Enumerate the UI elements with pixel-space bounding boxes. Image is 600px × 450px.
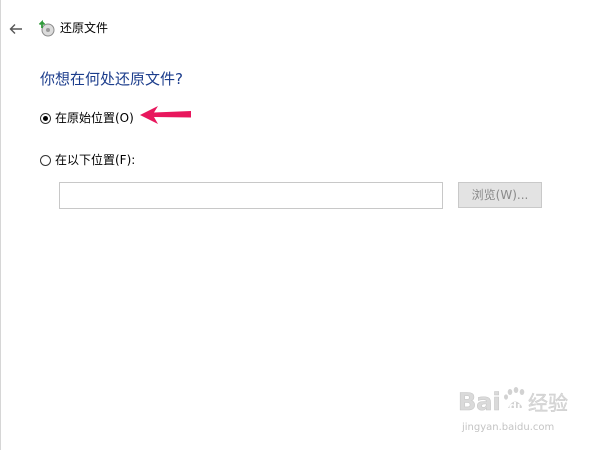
- radio-option-other-location[interactable]: 在以下位置(F):: [40, 152, 135, 168]
- radio-label-original-location: 在原始位置(O): [55, 111, 134, 125]
- page-heading: 你想在何处还原文件?: [40, 70, 183, 88]
- window-title: 还原文件: [60, 21, 109, 35]
- back-button[interactable]: [6, 19, 26, 39]
- annotation-arrow: [140, 106, 191, 124]
- radio-option-original-location[interactable]: 在原始位置(O): [40, 110, 134, 126]
- browse-button[interactable]: 浏览(W)...: [458, 182, 542, 208]
- radio-button-selected[interactable]: [40, 112, 51, 124]
- svg-text:Bai: Bai: [458, 388, 501, 416]
- watermark: Bai du 经验 jingyan.baidu.com: [456, 382, 576, 438]
- window-edge: [0, 0, 1, 450]
- watermark-url: jingyan.baidu.com: [462, 422, 555, 433]
- radio-button-unselected[interactable]: [40, 154, 51, 166]
- svg-text:du: du: [509, 400, 525, 413]
- back-arrow-icon: [9, 24, 22, 34]
- location-input[interactable]: [59, 182, 443, 209]
- restore-files-icon: [38, 19, 55, 37]
- baidu-jingyan-logo: Bai du 经验: [458, 387, 568, 416]
- svg-text:经验: 经验: [528, 391, 568, 415]
- radio-label-other-location: 在以下位置(F):: [55, 153, 136, 167]
